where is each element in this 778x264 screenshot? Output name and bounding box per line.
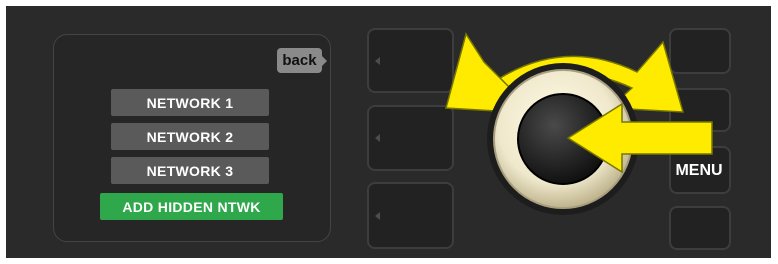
menu-label: MENU bbox=[675, 162, 723, 179]
knob-illustration bbox=[445, 32, 713, 215]
